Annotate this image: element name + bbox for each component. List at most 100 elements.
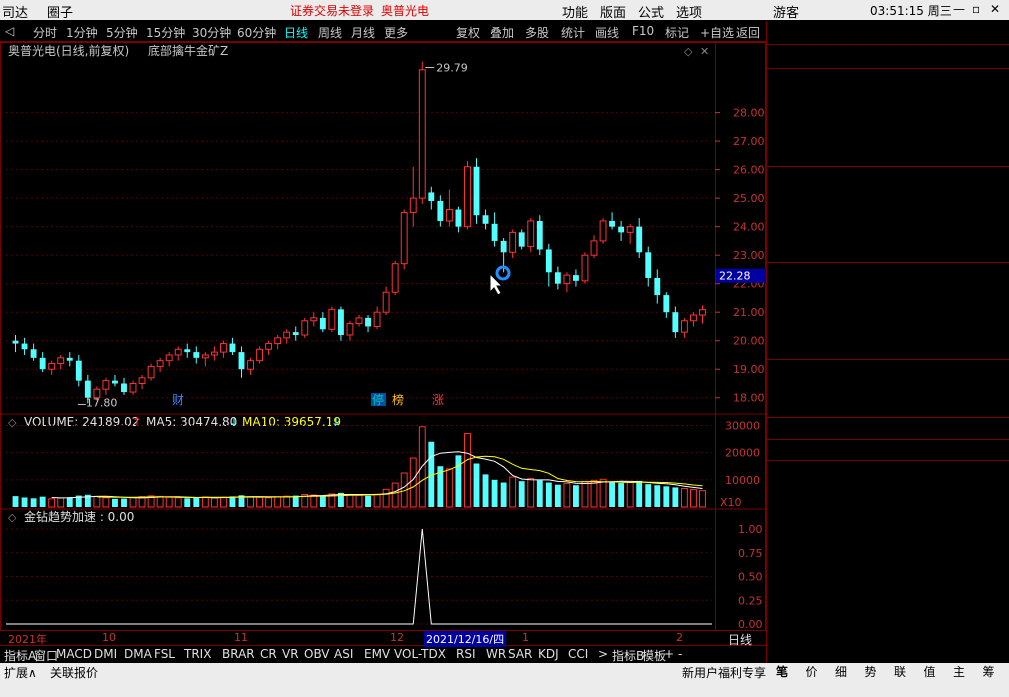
quote-row xyxy=(767,283,1009,302)
indicator-tab-3[interactable]: DMI xyxy=(94,647,117,661)
candle-body-up xyxy=(509,231,517,253)
minimize-icon[interactable]: — xyxy=(953,2,965,16)
quote-tab-4[interactable]: 联 xyxy=(894,663,906,680)
indicator-tab-15[interactable]: WR xyxy=(486,647,506,661)
period-label: 日线 xyxy=(728,633,753,647)
toolbar-btn-7[interactable]: +自选 xyxy=(700,24,734,41)
tf-9[interactable]: 更多 xyxy=(384,24,408,41)
indicator-tab-6[interactable]: TRIX xyxy=(184,647,211,661)
circle-menu[interactable]: 圈子 xyxy=(47,2,73,21)
menu-formula[interactable]: 公式 xyxy=(638,2,664,21)
indicator-tab-14[interactable]: RSI xyxy=(456,647,476,661)
indicator-tab-11[interactable]: ASI xyxy=(334,647,353,661)
tick-row xyxy=(767,570,1009,589)
indicator-tab-18[interactable]: CCI xyxy=(568,647,588,661)
toolbar-btn-5[interactable]: F10 xyxy=(632,24,654,38)
indicator-tab-21[interactable]: 模板 xyxy=(642,647,666,664)
tf-3[interactable]: 15分钟 xyxy=(146,24,185,41)
quote-tab-0[interactable]: 笔 xyxy=(776,663,788,680)
candle-body-down xyxy=(618,226,625,233)
tf-4[interactable]: 30分钟 xyxy=(192,24,231,41)
restore-icon[interactable]: ▫ xyxy=(972,2,980,16)
candle-body-down xyxy=(645,252,652,278)
volume-bar-down xyxy=(473,463,480,507)
candle-body-up xyxy=(563,274,571,285)
volume-bar-down xyxy=(663,486,670,507)
indicator-tab-22[interactable]: + xyxy=(664,647,674,661)
candle-body-up xyxy=(445,209,453,222)
volume-bar-up xyxy=(346,493,354,508)
candle-body-down xyxy=(672,312,679,333)
quote-tab-5[interactable]: 值 xyxy=(924,663,936,680)
indicator-tab-16[interactable]: SAR xyxy=(508,647,532,661)
quote-tab-3[interactable]: 势 xyxy=(865,663,877,680)
indicator-tab-0[interactable]: 指标A xyxy=(4,647,36,664)
toolbar-btn-4[interactable]: 画线 xyxy=(595,24,619,41)
chart-area[interactable]: 奥普光电(日线,前复权) 底部擒牛金矿Z ◇ ✕ 28.00 27.00 26.00 25.0… xyxy=(0,42,766,632)
promo-link[interactable]: 新用户福利专享 xyxy=(682,664,766,681)
volume-bar-down xyxy=(12,496,19,507)
candle-body-down xyxy=(500,240,507,253)
menu-function[interactable]: 功能 xyxy=(562,2,588,21)
indicator-tab-4[interactable]: DMA xyxy=(124,647,152,661)
candle-body-down xyxy=(536,220,543,250)
toolbar-btn-6[interactable]: 标记 xyxy=(665,24,689,41)
close-icon[interactable]: ✕ xyxy=(990,2,1000,16)
indicator-tab-12[interactable]: EMV xyxy=(364,647,390,661)
quote-tab-6[interactable]: 主 xyxy=(953,663,965,680)
user-label[interactable]: 游客 xyxy=(773,2,799,21)
volume-bar-up xyxy=(219,496,227,508)
trade-status[interactable]: 证券交易未登录 xyxy=(290,2,374,19)
indicator-label: 金钻趋势加速 : 0.00 xyxy=(24,509,134,524)
toolbar-btn-3[interactable]: 统计 xyxy=(561,24,585,41)
indicator-tab-9[interactable]: VR xyxy=(282,647,299,661)
indicator-tab-23[interactable]: - xyxy=(678,647,682,661)
indicator-tab-1[interactable]: 窗口 xyxy=(34,647,58,664)
candle-body-up xyxy=(283,331,291,339)
volume-bar-up xyxy=(445,468,453,508)
indicator-tab-5[interactable]: FSL xyxy=(154,647,175,661)
candle-body-up xyxy=(699,309,706,316)
indicator-tab-8[interactable]: CR xyxy=(260,647,277,661)
menu-layout[interactable]: 版面 xyxy=(600,2,626,21)
quote-row xyxy=(767,264,1009,283)
indicator-tab-13[interactable]: VOL-TDX xyxy=(394,647,446,661)
toolbar-btn-8[interactable]: 返回 xyxy=(736,24,760,41)
tick-row xyxy=(767,642,1009,661)
indicator-tab-19[interactable]: > xyxy=(598,647,608,661)
toolbar-btn-1[interactable]: 叠加 xyxy=(490,24,514,41)
volume-bar-up xyxy=(165,496,173,508)
quote-tab-7[interactable]: 筹 xyxy=(983,663,995,680)
tf-8[interactable]: 月线 xyxy=(351,24,375,41)
indicator-tab-10[interactable]: OBV xyxy=(304,647,330,661)
quote-tab-2[interactable]: 细 xyxy=(835,663,847,680)
high-label: 29.79 xyxy=(436,62,468,75)
tf-5[interactable]: 60分钟 xyxy=(237,24,276,41)
toolbar-btn-2[interactable]: 多股 xyxy=(525,24,549,41)
tf-0[interactable]: 分时 xyxy=(33,24,57,41)
candle-body-up xyxy=(129,382,137,393)
tf-scroll-icon[interactable]: ◁ xyxy=(5,24,14,38)
tf-2[interactable]: 5分钟 xyxy=(106,24,138,41)
quote-row xyxy=(767,380,1009,399)
indicator-tab-2[interactable]: MACD xyxy=(56,647,92,661)
related-quote-button[interactable]: 关联报价 xyxy=(50,664,98,681)
expand-button[interactable]: 扩展∧ xyxy=(4,664,37,681)
volume-bar-down xyxy=(654,485,661,507)
indicator-tab-20[interactable]: 指标B xyxy=(612,647,644,664)
divider xyxy=(767,44,1009,45)
indicator-tab-7[interactable]: BRAR xyxy=(222,647,255,661)
indicator-tab-17[interactable]: KDJ xyxy=(538,647,559,661)
tf-6[interactable]: 日线 xyxy=(284,24,308,41)
vol-unit: X10 xyxy=(720,496,742,509)
quote-tab-1[interactable]: 价 xyxy=(806,663,818,680)
tf-1[interactable]: 1分钟 xyxy=(66,24,98,41)
toolbar-btn-0[interactable]: 复权 xyxy=(456,24,480,41)
candle-body-down xyxy=(572,275,579,281)
candle-body-down xyxy=(193,352,200,358)
menu-options[interactable]: 选项 xyxy=(676,2,702,21)
tf-7[interactable]: 周线 xyxy=(318,24,342,41)
volume-bar-down xyxy=(21,497,28,507)
kline-chart[interactable]: 奥普光电(日线,前复权) 底部擒牛金矿Z ◇ ✕ 28.00 27.00 26.00 25.0… xyxy=(0,42,766,632)
candle-body-up xyxy=(48,363,56,370)
